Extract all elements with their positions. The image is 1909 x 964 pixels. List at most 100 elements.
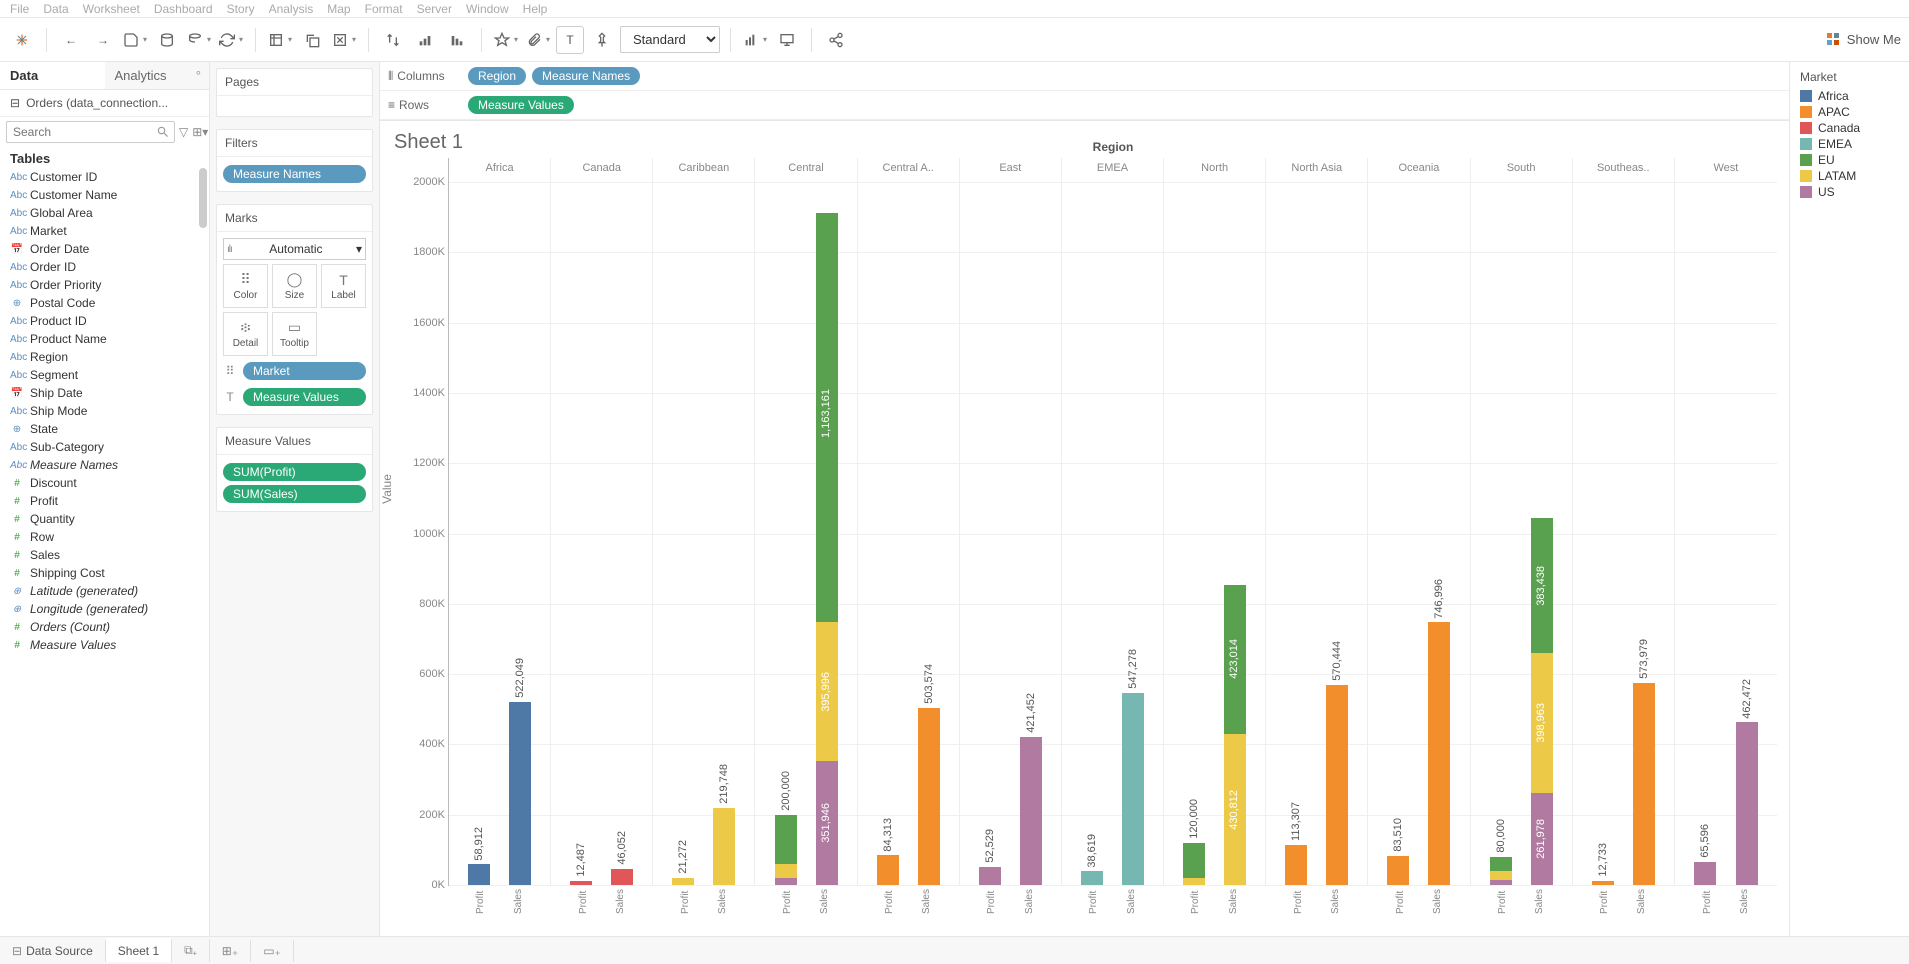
save-icon[interactable] bbox=[121, 26, 149, 54]
field-segment[interactable]: AbcSegment bbox=[0, 366, 209, 384]
new-data-icon[interactable] bbox=[153, 26, 181, 54]
highlight-icon[interactable] bbox=[492, 26, 520, 54]
clear-icon[interactable] bbox=[330, 26, 358, 54]
fit-select[interactable]: Standard bbox=[620, 26, 720, 53]
tab-analytics[interactable]: Analytics bbox=[105, 62, 210, 89]
columns-shelf[interactable]: ⦀Columns RegionMeasure Names bbox=[380, 62, 1789, 91]
new-dashboard-button[interactable]: ⊞₊ bbox=[210, 940, 251, 962]
field-measure-names[interactable]: AbcMeasure Names bbox=[0, 456, 209, 474]
field-state[interactable]: ⊕State bbox=[0, 420, 209, 438]
field-sales[interactable]: #Sales bbox=[0, 546, 209, 564]
field-shipping-cost[interactable]: #Shipping Cost bbox=[0, 564, 209, 582]
col-pill-measure-names[interactable]: Measure Names bbox=[532, 67, 640, 85]
label-icon[interactable]: T bbox=[556, 26, 584, 54]
field-product-id[interactable]: AbcProduct ID bbox=[0, 312, 209, 330]
field-orders-count-[interactable]: #Orders (Count) bbox=[0, 618, 209, 636]
field-latitude-generated-[interactable]: ⊕Latitude (generated) bbox=[0, 582, 209, 600]
attachment-icon[interactable] bbox=[524, 26, 552, 54]
pin-icon[interactable] bbox=[588, 26, 616, 54]
view-toggle-icon[interactable]: ⊞▾ bbox=[192, 125, 208, 139]
pill-market-color[interactable]: Market bbox=[243, 362, 366, 380]
chart-plot[interactable]: Region 0K200K400K600K800K1000K1200K1400K… bbox=[448, 158, 1777, 886]
tab-data-source[interactable]: ⊟Data Source bbox=[0, 940, 106, 962]
region-col-west: West65,596462,472ProfitSales bbox=[1675, 158, 1777, 885]
sort-desc-icon[interactable] bbox=[443, 26, 471, 54]
legend-item-latam[interactable]: LATAM bbox=[1800, 168, 1899, 184]
field-quantity[interactable]: #Quantity bbox=[0, 510, 209, 528]
field-order-priority[interactable]: AbcOrder Priority bbox=[0, 276, 209, 294]
field-ship-date[interactable]: 📅Ship Date bbox=[0, 384, 209, 402]
scrollbar-thumb[interactable] bbox=[199, 168, 207, 228]
field-ship-mode[interactable]: AbcShip Mode bbox=[0, 402, 209, 420]
legend-item-us[interactable]: US bbox=[1800, 184, 1899, 200]
pill-measure-values-label[interactable]: Measure Values bbox=[243, 388, 366, 406]
legend-item-apac[interactable]: APAC bbox=[1800, 104, 1899, 120]
show-me-button[interactable]: Show Me bbox=[1827, 32, 1901, 47]
datasource-item[interactable]: ⊟ Orders (data_connection... bbox=[0, 90, 209, 117]
filter-icon[interactable]: ▽ bbox=[179, 125, 188, 139]
marks-type-select[interactable]: Automatic▾ bbox=[223, 238, 366, 260]
menu-data[interactable]: Data bbox=[43, 2, 68, 16]
search-input[interactable] bbox=[6, 121, 175, 143]
field-measure-values[interactable]: #Measure Values bbox=[0, 636, 209, 654]
menu-window[interactable]: Window bbox=[466, 2, 509, 16]
field-order-date[interactable]: 📅Order Date bbox=[0, 240, 209, 258]
menu-map[interactable]: Map bbox=[327, 2, 350, 16]
field-product-name[interactable]: AbcProduct Name bbox=[0, 330, 209, 348]
field-region[interactable]: AbcRegion bbox=[0, 348, 209, 366]
menu-file[interactable]: File bbox=[10, 2, 29, 16]
menu-story[interactable]: Story bbox=[227, 2, 255, 16]
col-pill-region[interactable]: Region bbox=[468, 67, 526, 85]
tab-sheet-1[interactable]: Sheet 1 bbox=[106, 938, 172, 962]
new-story-button[interactable]: ▭₊ bbox=[251, 940, 294, 962]
tab-data[interactable]: Data bbox=[0, 62, 105, 89]
field-order-id[interactable]: AbcOrder ID bbox=[0, 258, 209, 276]
menu-format[interactable]: Format bbox=[365, 2, 403, 16]
refresh-icon[interactable] bbox=[217, 26, 245, 54]
field-sub-category[interactable]: AbcSub-Category bbox=[0, 438, 209, 456]
menu-analysis[interactable]: Analysis bbox=[269, 2, 314, 16]
field-market[interactable]: AbcMarket bbox=[0, 222, 209, 240]
field-longitude-generated-[interactable]: ⊕Longitude (generated) bbox=[0, 600, 209, 618]
marks-color[interactable]: ⠿Color bbox=[223, 264, 268, 308]
sort-asc-icon[interactable] bbox=[411, 26, 439, 54]
new-worksheet-button[interactable]: ⧉₊ bbox=[172, 939, 210, 962]
forward-icon[interactable]: → bbox=[89, 26, 117, 54]
menu-server[interactable]: Server bbox=[417, 2, 452, 16]
field-profit[interactable]: #Profit bbox=[0, 492, 209, 510]
legend-item-eu[interactable]: EU bbox=[1800, 152, 1899, 168]
filter-pill-measure-names[interactable]: Measure Names bbox=[223, 165, 366, 183]
present-icon[interactable] bbox=[773, 26, 801, 54]
row-pill-measure-values[interactable]: Measure Values bbox=[468, 96, 574, 114]
field-global-area[interactable]: AbcGlobal Area bbox=[0, 204, 209, 222]
new-sheet-icon[interactable] bbox=[266, 26, 294, 54]
mv-pill-sum-profit-[interactable]: SUM(Profit) bbox=[223, 463, 366, 481]
chart-icon[interactable] bbox=[741, 26, 769, 54]
share-icon[interactable] bbox=[822, 26, 850, 54]
legend-item-canada[interactable]: Canada bbox=[1800, 120, 1899, 136]
marks-tooltip[interactable]: ▭Tooltip bbox=[272, 312, 317, 356]
mv-pill-sum-sales-[interactable]: SUM(Sales) bbox=[223, 485, 366, 503]
logo-icon[interactable] bbox=[8, 26, 36, 54]
rows-shelf[interactable]: ≡Rows Measure Values bbox=[380, 91, 1789, 120]
legend-item-africa[interactable]: Africa bbox=[1800, 88, 1899, 104]
marks-label[interactable]: TLabel bbox=[321, 264, 366, 308]
region-col-africa: Africa58,912522,049ProfitSales bbox=[449, 158, 551, 885]
marks-detail[interactable]: ፨Detail bbox=[223, 312, 268, 356]
menu-help[interactable]: Help bbox=[523, 2, 548, 16]
marks-size[interactable]: ◯Size bbox=[272, 264, 317, 308]
menu-dashboard[interactable]: Dashboard bbox=[154, 2, 213, 16]
back-icon[interactable]: ← bbox=[57, 26, 85, 54]
swap-icon[interactable] bbox=[379, 26, 407, 54]
field-row[interactable]: #Row bbox=[0, 528, 209, 546]
field-postal-code[interactable]: ⊕Postal Code bbox=[0, 294, 209, 312]
pause-data-icon[interactable] bbox=[185, 26, 213, 54]
field-customer-name[interactable]: AbcCustomer Name bbox=[0, 186, 209, 204]
field-discount[interactable]: #Discount bbox=[0, 474, 209, 492]
abc-icon: Abc bbox=[10, 352, 24, 363]
region-col-caribbean: Caribbean21,272219,748ProfitSales bbox=[653, 158, 755, 885]
duplicate-icon[interactable] bbox=[298, 26, 326, 54]
legend-item-emea[interactable]: EMEA bbox=[1800, 136, 1899, 152]
field-customer-id[interactable]: AbcCustomer ID bbox=[0, 168, 209, 186]
menu-worksheet[interactable]: Worksheet bbox=[83, 2, 140, 16]
